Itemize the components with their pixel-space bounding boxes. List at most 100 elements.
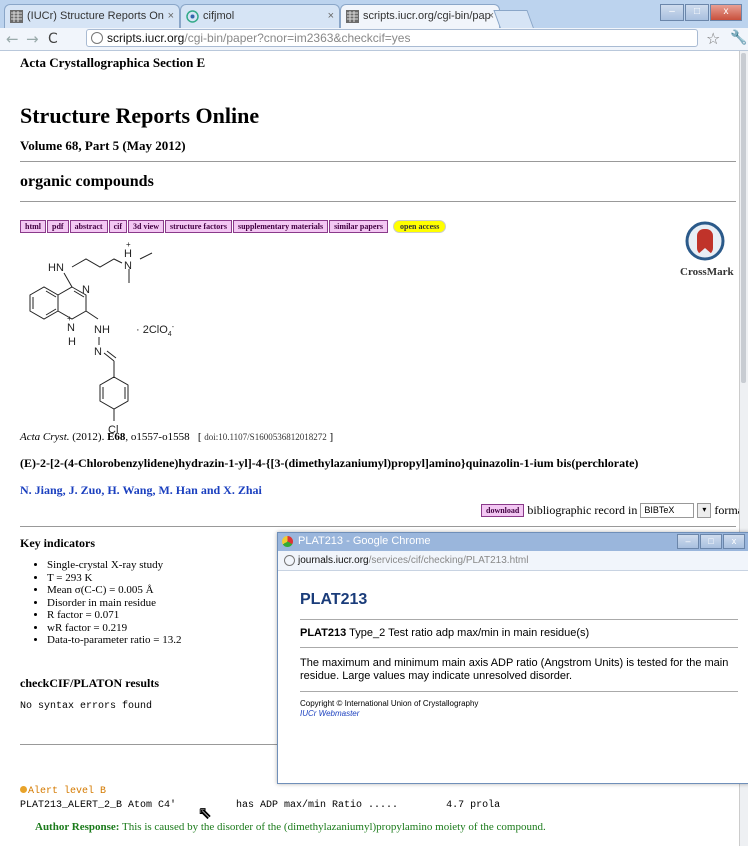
journal-section: Acta Crystallographica Section E [20, 55, 206, 70]
html-link[interactable]: html [20, 220, 46, 233]
test-code: PLAT213 [300, 627, 347, 639]
crossmark-icon [685, 221, 725, 261]
doi-bracket: [ [197, 431, 202, 443]
list-item: R factor = 0.071 [47, 609, 181, 622]
citation-year: (2012). [72, 431, 105, 443]
popup-titlebar: PLAT213 - Google Chrome – □ x [278, 533, 748, 551]
tab-structure-reports[interactable]: (IUCr) Structure Reports On × [4, 4, 180, 28]
perchlorate-label: · 2ClO4- [136, 324, 175, 338]
alert-level-label: Alert level B [28, 786, 107, 797]
divider [20, 201, 736, 202]
minimize-button[interactable]: – [677, 534, 699, 549]
mouse-cursor-icon: ⇖ [197, 803, 212, 823]
page-info-icon [91, 32, 103, 44]
citation-volume: E68 [107, 431, 126, 443]
nitrogen-label: N [67, 322, 75, 334]
chrome-logo-icon [282, 536, 293, 547]
webmaster-link[interactable]: IUCr Webmaster [300, 709, 359, 718]
bookmark-star-icon[interactable]: ☆ [706, 29, 720, 48]
article-authors[interactable]: N. Jiang, J. Zuo, H. Wang, M. Han and X.… [20, 483, 262, 498]
format-label: format [714, 503, 740, 517]
structure-factors-link[interactable]: structure factors [165, 220, 232, 233]
tab-cifjmol[interactable]: cifjmol × [180, 4, 340, 28]
nitrogen-label: N [82, 284, 90, 296]
forward-arrow-icon[interactable]: → [26, 30, 39, 48]
article-title: (E)-2-[2-(4-Chlorobenzylidene)hydrazin-1… [20, 456, 639, 470]
crossmark-badge[interactable]: CrossMark [680, 221, 734, 278]
citation-pages: , o1557-o1558 [125, 431, 190, 443]
list-item: Data-to-parameter ratio = 13.2 [47, 634, 181, 647]
maximize-button[interactable]: □ [700, 534, 722, 549]
popup-subtitle: PLAT213 Type_2 Test ratio adp max/min in… [300, 627, 589, 639]
reload-icon[interactable]: C [48, 31, 58, 47]
close-tab-icon[interactable]: × [328, 10, 334, 22]
nitrogen-label: N [94, 346, 102, 358]
volume-info: Volume 68, Part 5 (May 2012) [20, 138, 186, 153]
minimize-button[interactable]: – [660, 4, 684, 21]
list-item: wR factor = 0.219 [47, 622, 181, 635]
doi-bracket: ] [329, 431, 334, 443]
divider [300, 647, 738, 648]
format-select[interactable]: BIBTeX [640, 503, 695, 518]
alert-level: Alert level B [20, 786, 106, 797]
tab-scripts-iucr[interactable]: scripts.iucr.org/cgi-bin/pap × [340, 4, 500, 28]
divider [300, 691, 738, 692]
plat213-popup-window: PLAT213 - Google Chrome – □ x journals.i… [277, 532, 748, 784]
author-response-text: This is caused by the disorder of the (d… [122, 821, 546, 833]
open-access-badge: open access [393, 220, 447, 233]
tab-label: scripts.iucr.org/cgi-bin/pap [363, 10, 491, 22]
back-arrow-icon[interactable]: ← [6, 30, 19, 48]
3d-view-link[interactable]: 3d view [128, 220, 164, 233]
nh-label: NH [94, 324, 110, 336]
popup-title: PLAT213 - Google Chrome [298, 535, 431, 547]
close-window-button[interactable]: x [710, 4, 742, 21]
window-controls: – □ x [660, 4, 742, 21]
cif-link[interactable]: cif [108, 220, 127, 233]
test-description: Type_2 Test ratio adp max/min in main re… [349, 627, 590, 639]
popup-address-bar[interactable]: journals.iucr.org/services/cif/checking/… [278, 551, 748, 571]
url-path: /cgi-bin/paper?cnor=im2363&checkcif=yes [184, 31, 411, 45]
citation: Acta Cryst. (2012). E68, o1557-o1558 [ d… [20, 431, 333, 443]
wrench-menu-icon[interactable]: 🔧 [730, 30, 747, 46]
crossmark-label: CrossMark [680, 266, 734, 278]
author-response: Author Response: This is caused by the d… [35, 821, 546, 833]
checkcif-heading: checkCIF/PLATON results [20, 676, 160, 690]
hydrogen-label: H [124, 248, 132, 260]
iucr-favicon-icon [346, 10, 359, 23]
doi-link[interactable]: doi:10.1107/S1600536812018272 [204, 432, 326, 442]
download-button[interactable]: download [481, 504, 525, 517]
browser-toolbar: ← → C scripts.iucr.org/cgi-bin/paper?cno… [0, 28, 748, 51]
close-window-button[interactable]: x [723, 534, 745, 549]
supplementary-materials-link[interactable]: supplementary materials [232, 220, 329, 233]
page-title: Structure Reports Online [20, 103, 260, 128]
popup-heading: PLAT213 [300, 591, 368, 608]
tab-label: cifjmol [203, 10, 235, 22]
author-response-label: Author Response: [35, 821, 120, 833]
pdf-link[interactable]: pdf [47, 220, 69, 233]
alert-line[interactable]: PLAT213_ALERT_2_B Atom C4' has ADP max/m… [20, 800, 500, 811]
address-bar[interactable]: scripts.iucr.org/cgi-bin/paper?cnor=im23… [86, 29, 698, 47]
divider [300, 619, 738, 620]
nitrogen-label: N [124, 260, 132, 272]
journal-name: Acta Cryst. [20, 431, 70, 443]
new-tab-button[interactable] [493, 10, 535, 30]
hydrogen-label: H [68, 336, 76, 348]
abstract-link[interactable]: abstract [69, 220, 108, 233]
maximize-button[interactable]: □ [685, 4, 709, 21]
article-link-bar: html pdf abstract cif 3d view structure … [20, 220, 447, 233]
similar-papers-link[interactable]: similar papers [329, 220, 389, 233]
tab-label: (IUCr) Structure Reports On [27, 10, 164, 22]
page-info-icon [284, 555, 295, 566]
scrollbar-thumb[interactable] [741, 53, 746, 383]
close-tab-icon[interactable]: × [168, 10, 174, 22]
popup-window-controls: – □ x [677, 534, 745, 549]
biblio-label: bibliographic record in [527, 503, 638, 517]
alert-dot-icon [20, 786, 27, 793]
key-indicators-heading: Key indicators [20, 536, 95, 550]
list-item: Mean σ(C-C) = 0.005 Å [47, 584, 181, 597]
divider [20, 161, 736, 162]
list-item: Single-crystal X-ray study [47, 559, 181, 572]
list-item: T = 293 K [47, 572, 181, 585]
iucr-favicon-icon [10, 10, 23, 23]
chevron-down-icon[interactable]: ▾ [697, 503, 712, 518]
